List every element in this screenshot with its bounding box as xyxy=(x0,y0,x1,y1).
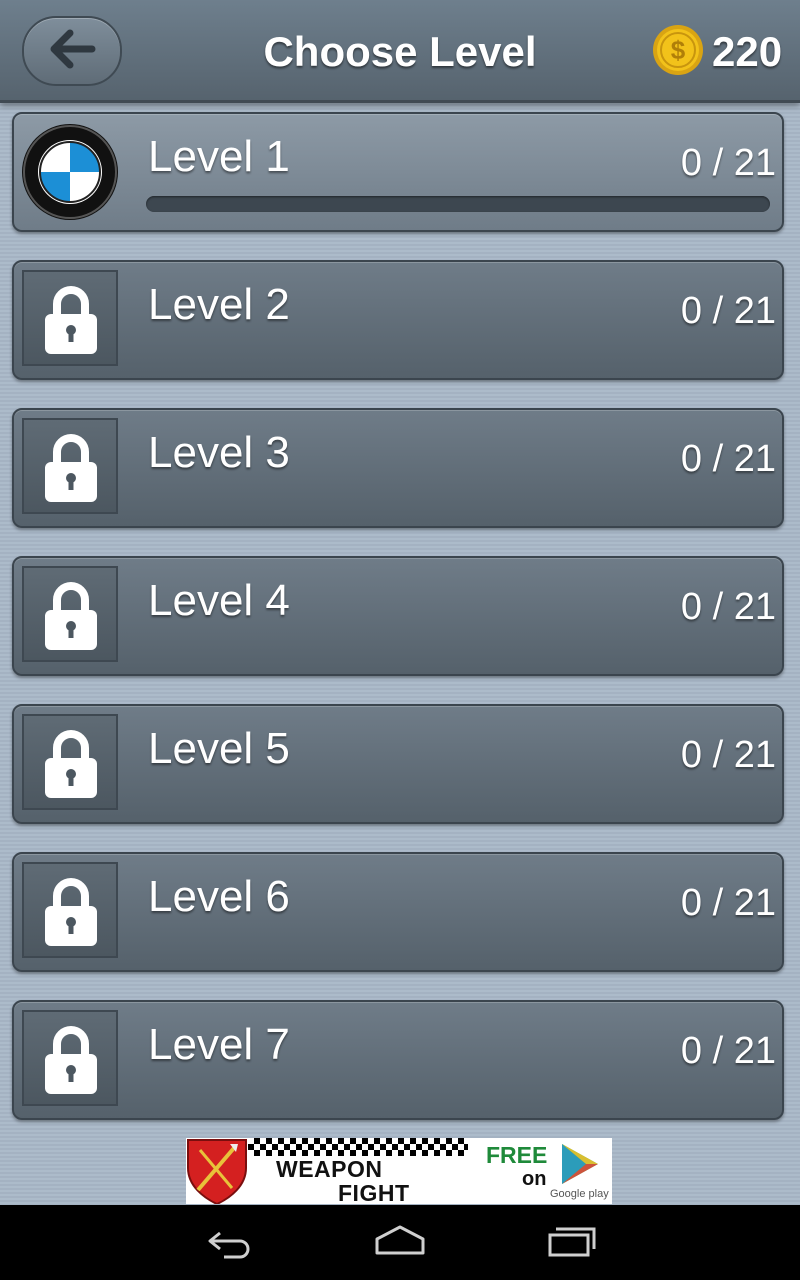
level-score: 0 / 21 xyxy=(680,882,776,924)
level-score: 0 / 21 xyxy=(680,438,776,480)
level-row-6[interactable]: Level 6 0 / 21 xyxy=(12,852,784,972)
lock-box xyxy=(22,418,118,514)
system-nav-bar xyxy=(0,1205,800,1280)
level-row-4[interactable]: Level 4 0 / 21 xyxy=(12,556,784,676)
checkered-strip xyxy=(248,1138,468,1156)
ad-store-label: Google play xyxy=(550,1188,609,1200)
level-name: Level 7 xyxy=(148,1020,290,1069)
level-name: Level 4 xyxy=(148,576,290,625)
level-score: 0 / 21 xyxy=(680,586,776,628)
recents-icon[interactable] xyxy=(546,1223,596,1263)
level-score: 0 / 21 xyxy=(680,142,776,184)
dollar-coin-icon: $ xyxy=(653,25,703,75)
lock-icon xyxy=(45,582,97,650)
level-name: Level 5 xyxy=(148,724,290,773)
home-icon[interactable] xyxy=(374,1223,426,1263)
lock-box xyxy=(22,566,118,662)
level-row-5[interactable]: Level 5 0 / 21 xyxy=(12,704,784,824)
ad-free-label: FREE xyxy=(486,1142,548,1168)
lock-icon xyxy=(45,286,97,354)
play-store-icon xyxy=(562,1144,598,1184)
lock-box xyxy=(22,714,118,810)
shield-swords-icon xyxy=(187,1139,247,1204)
lock-box xyxy=(22,862,118,958)
lock-icon xyxy=(45,730,97,798)
level-score: 0 / 21 xyxy=(680,290,776,332)
lock-box xyxy=(22,1010,118,1106)
lock-icon xyxy=(45,1026,97,1094)
lock-icon xyxy=(45,434,97,502)
coin-count: 220 xyxy=(712,28,783,75)
level-row-7[interactable]: Level 7 0 / 21 xyxy=(12,1000,784,1120)
ad-on-label: on xyxy=(522,1168,547,1190)
level-name: Level 1 xyxy=(148,132,290,181)
level-name: Level 2 xyxy=(148,280,290,329)
level-row-2[interactable]: Level 2 0 / 21 xyxy=(12,260,784,380)
level-name: Level 6 xyxy=(148,872,290,921)
level-progress-bar xyxy=(146,196,770,212)
lock-box xyxy=(22,270,118,366)
back-icon[interactable] xyxy=(206,1223,254,1263)
ad-banner[interactable]: WEAPON FIGHT FREE on Google play xyxy=(186,1138,612,1204)
level-score: 0 / 21 xyxy=(680,734,776,776)
top-bar: Choose Level $ 220 xyxy=(0,0,800,103)
level-score: 0 / 21 xyxy=(680,1030,776,1072)
ad-title-line1: WEAPON xyxy=(276,1156,383,1182)
bmw-logo xyxy=(22,124,118,220)
level-row-1[interactable]: Level 1 0 / 21 xyxy=(12,112,784,232)
level-name: Level 3 xyxy=(148,428,290,477)
lock-icon xyxy=(45,878,97,946)
level-row-3[interactable]: Level 3 0 / 21 xyxy=(12,408,784,528)
svg-text:$: $ xyxy=(671,35,686,65)
ad-title-line2: FIGHT xyxy=(338,1180,410,1204)
